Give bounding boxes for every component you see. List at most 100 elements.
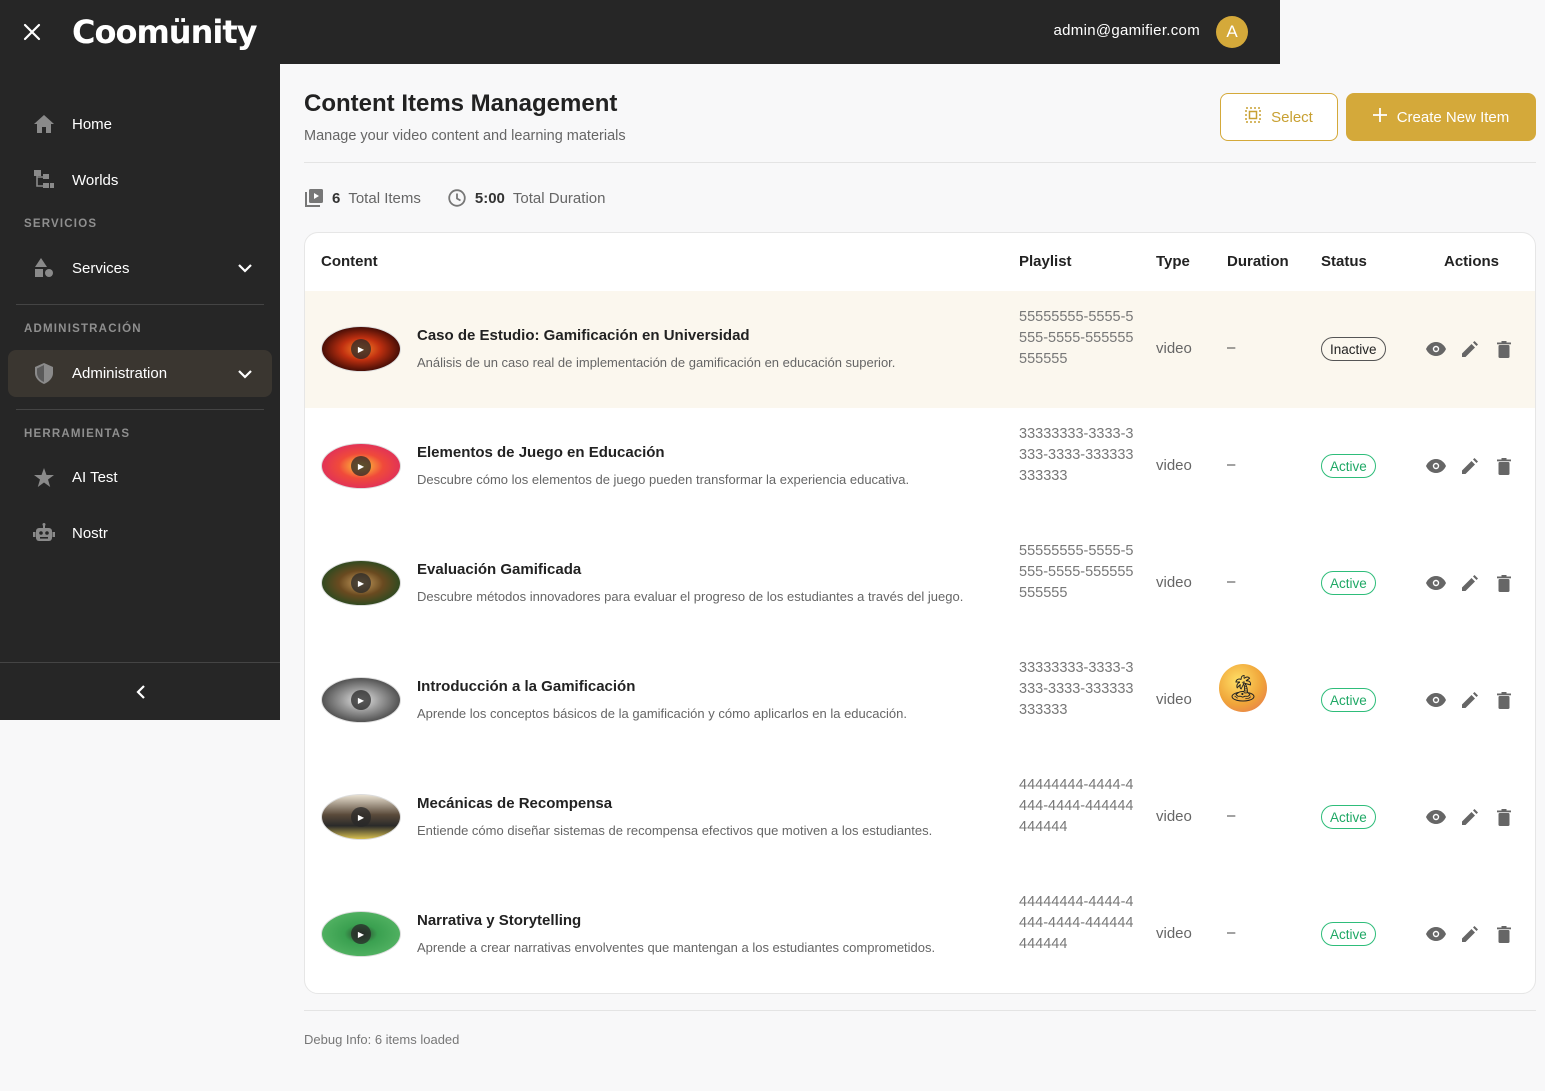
edit-icon[interactable] — [1459, 455, 1481, 477]
select-button[interactable]: Select — [1220, 93, 1338, 141]
edit-icon[interactable] — [1459, 923, 1481, 945]
playlist-id: 55555555-5555-5555-5555-555555555555 — [1019, 543, 1134, 601]
table-row[interactable]: ▶ Evaluación Gamificada Descubre métodos… — [305, 525, 1535, 642]
sidebar-item-nostr[interactable]: Nostr — [8, 510, 272, 556]
divider — [16, 409, 264, 410]
edit-icon[interactable] — [1459, 572, 1481, 594]
table-row[interactable]: ▶ Introducción a la Gamificación Aprende… — [305, 642, 1535, 759]
chevron-left-icon — [135, 679, 145, 705]
plus-icon — [1372, 108, 1387, 126]
main-content: Content Items Management Manage your vid… — [280, 64, 1545, 1091]
play-icon: ▶ — [351, 807, 371, 827]
delete-icon[interactable] — [1493, 923, 1515, 945]
column-header-playlist[interactable]: Playlist — [1019, 253, 1072, 270]
select-label: Select — [1271, 108, 1313, 126]
page-title: Content Items Management — [304, 90, 618, 117]
content-title: Narrativa y Storytelling — [417, 912, 582, 929]
collapse-sidebar-button[interactable] — [0, 662, 280, 720]
table-row[interactable]: ▶ Elementos de Juego en Educación Descub… — [305, 408, 1535, 525]
column-header-content[interactable]: Content — [321, 253, 378, 270]
app-logo[interactable]: Coomünity — [72, 12, 257, 52]
clock-icon — [447, 188, 467, 208]
edit-icon[interactable] — [1459, 806, 1481, 828]
view-icon[interactable] — [1425, 689, 1447, 711]
create-new-item-button[interactable]: Create New Item — [1346, 93, 1536, 141]
content-description: Análisis de un caso real de implementaci… — [417, 355, 896, 370]
view-icon[interactable] — [1425, 923, 1447, 945]
view-icon[interactable] — [1425, 455, 1447, 477]
video-thumbnail[interactable]: ▶ — [321, 443, 401, 489]
stat-total-duration: 5:00 Total Duration — [447, 188, 606, 208]
home-icon — [32, 112, 56, 136]
status-badge: Inactive — [1321, 337, 1386, 361]
total-duration-label: Total Duration — [512, 189, 606, 207]
table-row[interactable]: ▶ Narrativa y Storytelling Aprende a cre… — [305, 876, 1535, 993]
edit-icon[interactable] — [1459, 338, 1481, 360]
stat-total-items: 6 Total Items — [304, 188, 421, 208]
playlist-id: 44444444-4444-4444-4444-444444444444 — [1019, 894, 1134, 952]
star-icon — [32, 465, 56, 489]
section-title-administracion: ADMINISTRACIÓN — [24, 323, 142, 335]
playlist-id: 33333333-3333-3333-3333-333333333333 — [1019, 660, 1134, 718]
content-title: Caso de Estudio: Gamificación en Univers… — [417, 327, 750, 344]
avatar[interactable]: A — [1216, 16, 1248, 48]
services-icon — [32, 256, 56, 280]
play-icon: ▶ — [351, 924, 371, 944]
table-header: Content Playlist Type Duration Status Ac… — [305, 233, 1535, 291]
content-title: Elementos de Juego en Educación — [417, 444, 665, 461]
status-badge: Active — [1321, 922, 1376, 946]
create-label: Create New Item — [1396, 108, 1510, 126]
view-icon[interactable] — [1425, 338, 1447, 360]
content-title: Evaluación Gamificada — [417, 561, 582, 578]
table-row[interactable]: ▶ Mecánicas de Recompensa Entiende cómo … — [305, 759, 1535, 876]
sidebar-item-administration[interactable]: Administration — [8, 350, 272, 397]
delete-icon[interactable] — [1493, 455, 1515, 477]
user-email: admin@gamifier.com — [1053, 22, 1200, 39]
video-thumbnail[interactable]: ▶ — [321, 794, 401, 840]
content-duration: – — [1227, 339, 1236, 356]
content-type: video — [1156, 340, 1192, 357]
divider — [304, 162, 1536, 163]
content-description: Entiende cómo diseñar sistemas de recomp… — [417, 823, 933, 838]
sidebar-item-worlds[interactable]: Worlds — [8, 157, 272, 203]
status-badge: Active — [1321, 571, 1376, 595]
table-row[interactable]: ▶ Caso de Estudio: Gamificación en Unive… — [305, 291, 1535, 408]
close-icon[interactable] — [20, 20, 44, 44]
delete-icon[interactable] — [1493, 806, 1515, 828]
chevron-down-icon — [238, 260, 252, 276]
view-icon[interactable] — [1425, 806, 1447, 828]
column-header-status[interactable]: Status — [1321, 253, 1367, 270]
content-duration: – — [1227, 456, 1236, 473]
content-description: Aprende los conceptos básicos de la gami… — [417, 706, 907, 721]
video-thumbnail[interactable]: ▶ — [321, 911, 401, 957]
video-thumbnail[interactable]: ▶ — [321, 326, 401, 372]
video-thumbnail[interactable]: ▶ — [321, 677, 401, 723]
content-type: video — [1156, 691, 1192, 708]
total-duration-value: 5:00 — [474, 189, 505, 207]
view-icon[interactable] — [1425, 572, 1447, 594]
delete-icon[interactable] — [1493, 338, 1515, 360]
status-badge: Active — [1321, 805, 1376, 829]
sidebar-item-ai-test[interactable]: AI Test — [8, 454, 272, 500]
content-table: Content Playlist Type Duration Status Ac… — [304, 232, 1536, 994]
column-header-type[interactable]: Type — [1156, 253, 1190, 270]
content-description: Aprende a crear narrativas envolventes q… — [417, 940, 936, 955]
delete-icon[interactable] — [1493, 572, 1515, 594]
sidebar-item-home[interactable]: Home — [8, 101, 272, 147]
chevron-down-icon — [238, 366, 252, 382]
delete-icon[interactable] — [1493, 689, 1515, 711]
select-icon — [1245, 107, 1261, 127]
section-title-servicios: SERVICIOS — [24, 218, 98, 230]
content-type: video — [1156, 925, 1192, 942]
content-type: video — [1156, 574, 1192, 591]
top-bar: Coomünity admin@gamifier.com A — [0, 0, 1280, 64]
content-type: video — [1156, 457, 1192, 474]
edit-icon[interactable] — [1459, 689, 1481, 711]
video-thumbnail[interactable]: ▶ — [321, 560, 401, 606]
play-icon: ▶ — [351, 573, 371, 593]
content-description: Descubre métodos innovadores para evalua… — [417, 589, 964, 604]
content-description: Descubre cómo los elementos de juego pue… — [417, 472, 910, 487]
sidebar-item-services[interactable]: Services — [8, 245, 272, 291]
status-badge: Active — [1321, 454, 1376, 478]
column-header-duration[interactable]: Duration — [1227, 253, 1289, 270]
